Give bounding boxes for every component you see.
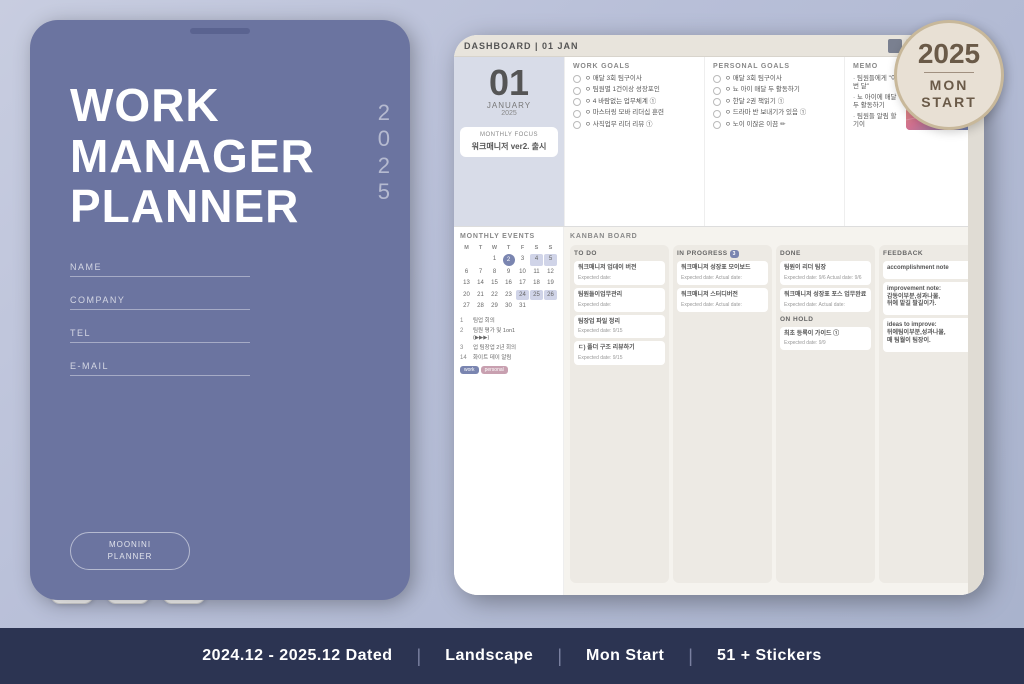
kanban-col-title-todo: TO DO <box>574 250 665 257</box>
goal-checkbox[interactable] <box>573 87 581 95</box>
field-tel: TEL <box>70 328 370 343</box>
kanban-card: 팀원이 리더 팀장 Expected date: 9/6 Actual date… <box>780 261 871 285</box>
kanban-col-feedback: FEEDBACK accomplishment note improvement… <box>879 245 978 583</box>
bottom-bar-stickers: 51 + Stickers <box>717 647 822 665</box>
bottom-bar-mon-start: Mon Start <box>586 647 664 665</box>
event-row: 3 업 팀장업 2년 회의 <box>460 345 557 352</box>
kanban-card: ㄷ) 폴더 구조 리뷰하기 Expected date: 9/15 <box>574 341 665 365</box>
kanban-col-title-done: DONE <box>780 250 871 257</box>
monthly-focus-value: 워크매니저 ver2. 출시 <box>465 141 553 152</box>
bottom-bar-landscape: Landscape <box>445 647 533 665</box>
goal-checkbox[interactable] <box>713 110 721 118</box>
planner-title: WORK MANAGER PLANNER <box>70 80 370 232</box>
bottom-bar: 2024.12 - 2025.12 Dated | Landscape | Mo… <box>0 628 1024 684</box>
kanban-card: 팀장업 파일 정리 Expected date: 9/15 <box>574 315 665 339</box>
calendar-section: MONTHLY EVENTS M T W T F S S 1 2 3 4 <box>454 227 564 595</box>
goal-item: ㅇ 4 바람없는 업무체계 ① <box>573 98 696 106</box>
kanban-card: accomplishment note <box>883 261 974 279</box>
date-panel: 01 JANUARY 2025 MONTHLY FOCUS 워크매니저 ver2… <box>454 57 564 226</box>
year-digit-2b: 2 <box>378 153 390 179</box>
kanban-card: 팀원들이업무관리 Expected date: <box>574 288 665 312</box>
year-side: 2 0 2 5 <box>378 100 390 206</box>
goal-item: ㅇ 노이 이잖은 이끔 ✏ <box>713 121 836 129</box>
dashboard-title: DASHBOARD | 01 JAN <box>464 41 579 51</box>
work-goals-title: WORK GOALS <box>573 63 696 70</box>
goal-checkbox[interactable] <box>573 98 581 106</box>
kanban-header: KANBAN BOARD <box>570 233 978 240</box>
kanban-col-title-feedback: FEEDBACK <box>883 250 974 257</box>
monthly-focus-label: MONTHLY FOCUS <box>465 132 553 138</box>
kanban-section: KANBAN BOARD TO DO 워크매니저 업데이 버전 Expected… <box>564 227 984 595</box>
kanban-col-todo: TO DO 워크매니저 업데이 버전 Expected date: 팀원들이업무… <box>570 245 669 583</box>
goal-item: ㅇ 매달 3회 팀구이사 <box>713 75 836 83</box>
date-month: JANUARY <box>487 101 531 110</box>
goal-checkbox[interactable] <box>713 121 721 129</box>
tablet-screen: DASHBOARD | 01 JAN 01 JANUARY 2025 MONTH… <box>454 35 984 595</box>
kanban-badge: 3 <box>730 250 739 258</box>
kanban-card-onhold: 최초 등록이 가이드 ① Expected date: 9/9 <box>780 327 871 351</box>
year-badge-label: MONSTART <box>921 77 977 111</box>
tag-personal: personal <box>481 366 508 374</box>
form-fields: NAME COMPANY TEL E-MAIL <box>70 262 370 376</box>
goal-checkbox[interactable] <box>573 110 581 118</box>
year-badge-divider <box>924 72 974 73</box>
kanban-card: 워크매니저 성장표 모이보드 Expected date: Actual dat… <box>677 261 768 285</box>
personal-goals-panel: PERSONAL GOALS ㅇ 매달 3회 팀구이사 ㅇ 뇨 아이 매달 두 … <box>704 57 844 226</box>
kanban-col-inprogress: IN PROGRESS3 워크매니저 성장표 모이보드 Expected dat… <box>673 245 772 583</box>
goal-item: ㅇ 매달 3회 팀구이사 <box>573 75 696 83</box>
planner-logo: MOONINIPLANNER <box>70 532 190 570</box>
goal-checkbox[interactable] <box>713 75 721 83</box>
event-tags: work personal <box>460 366 557 374</box>
date-year: 2025 <box>501 110 517 117</box>
monthly-focus: MONTHLY FOCUS 워크매니저 ver2. 출시 <box>460 127 558 157</box>
back-tablet: 2 0 2 5 WORK MANAGER PLANNER NAME COMPAN… <box>30 20 410 600</box>
kanban-card: improvement note:감동이부분,성과나물,뒤에 맡길 팔길이가. <box>883 282 974 315</box>
goal-item: ㅇ 사직업무 리더 리뷰 ① <box>573 121 696 129</box>
monthly-events-title: MONTHLY EVENTS <box>460 233 557 240</box>
event-row: 2 팀원 평가 및 1on1(▶▶▶) <box>460 328 557 342</box>
goal-item: ㅇ 마스터링 모바 리더십 훈련 <box>573 109 696 117</box>
kanban-columns: TO DO 워크매니저 업데이 버전 Expected date: 팀원들이업무… <box>570 245 978 583</box>
goal-checkbox[interactable] <box>573 75 581 83</box>
year-digit-0: 0 <box>378 126 390 152</box>
year-badge-year: 2025 <box>918 40 980 68</box>
event-row: 14 화이트 데이 알림 <box>460 355 557 362</box>
kanban-card: 워크매니저 성장표 포스 업무완료 Expected date: Actual … <box>780 288 871 312</box>
kanban-card: 워크매니저 업데이 버전 Expected date: <box>574 261 665 285</box>
bottom-bar-dates: 2024.12 - 2025.12 Dated <box>202 647 392 665</box>
kanban-col-title-inprogress: IN PROGRESS3 <box>677 250 768 257</box>
goal-item: ㅇ 드라마 반 보내기가 있음 ① <box>713 109 836 117</box>
year-digit-2: 2 <box>378 100 390 126</box>
goal-checkbox[interactable] <box>573 121 581 129</box>
work-goals-panel: WORK GOALS ㅇ 매달 3회 팀구이사 ㅇ 팀원별 1건이상 성장포인 … <box>564 57 704 226</box>
goal-item: ㅇ 뇨 아이 매달 두 활동하기 <box>713 86 836 94</box>
form-line <box>70 375 250 376</box>
goal-item: ㅇ 한달 2권 책읽기 ① <box>713 98 836 106</box>
field-email: E-MAIL <box>70 361 370 376</box>
goal-checkbox[interactable] <box>713 87 721 95</box>
date-day: 01 <box>489 65 529 101</box>
form-line <box>70 276 250 277</box>
kanban-card: 워크매니저 스터디버전 Expected date: Actual date: <box>677 288 768 312</box>
field-company: COMPANY <box>70 295 370 310</box>
front-tablet: DASHBOARD | 01 JAN 01 JANUARY 2025 MONTH… <box>454 35 984 595</box>
goal-item: ㅇ 팀원별 1건이상 성장포인 <box>573 86 696 94</box>
goal-checkbox[interactable] <box>713 98 721 106</box>
cal-grid: 1 2 3 4 5 6 7 8 9 10 11 12 13 14 15 16 1 <box>460 254 557 312</box>
field-name: NAME <box>70 262 370 277</box>
personal-goals-title: PERSONAL GOALS <box>713 63 836 70</box>
year-digit-5: 5 <box>378 179 390 205</box>
cal-header: M T W T F S S <box>460 245 557 251</box>
tag-work: work <box>460 366 479 374</box>
form-line <box>70 342 250 343</box>
year-badge: 2025 MONSTART <box>894 20 1004 130</box>
form-line <box>70 309 250 310</box>
kanban-col-title-onhold: ON HOLD <box>780 316 871 323</box>
kanban-card: ideas to improve:뒤에팀이부분,성과나물,매 팀월이 팀장이. <box>883 318 974 351</box>
kanban-col-done: DONE 팀원이 리더 팀장 Expected date: 9/6 Actual… <box>776 245 875 583</box>
event-rows: 1 팀업 회의 2 팀원 평가 및 1on1(▶▶▶) 3 업 팀장업 2년 회… <box>460 318 557 363</box>
event-row: 1 팀업 회의 <box>460 318 557 325</box>
